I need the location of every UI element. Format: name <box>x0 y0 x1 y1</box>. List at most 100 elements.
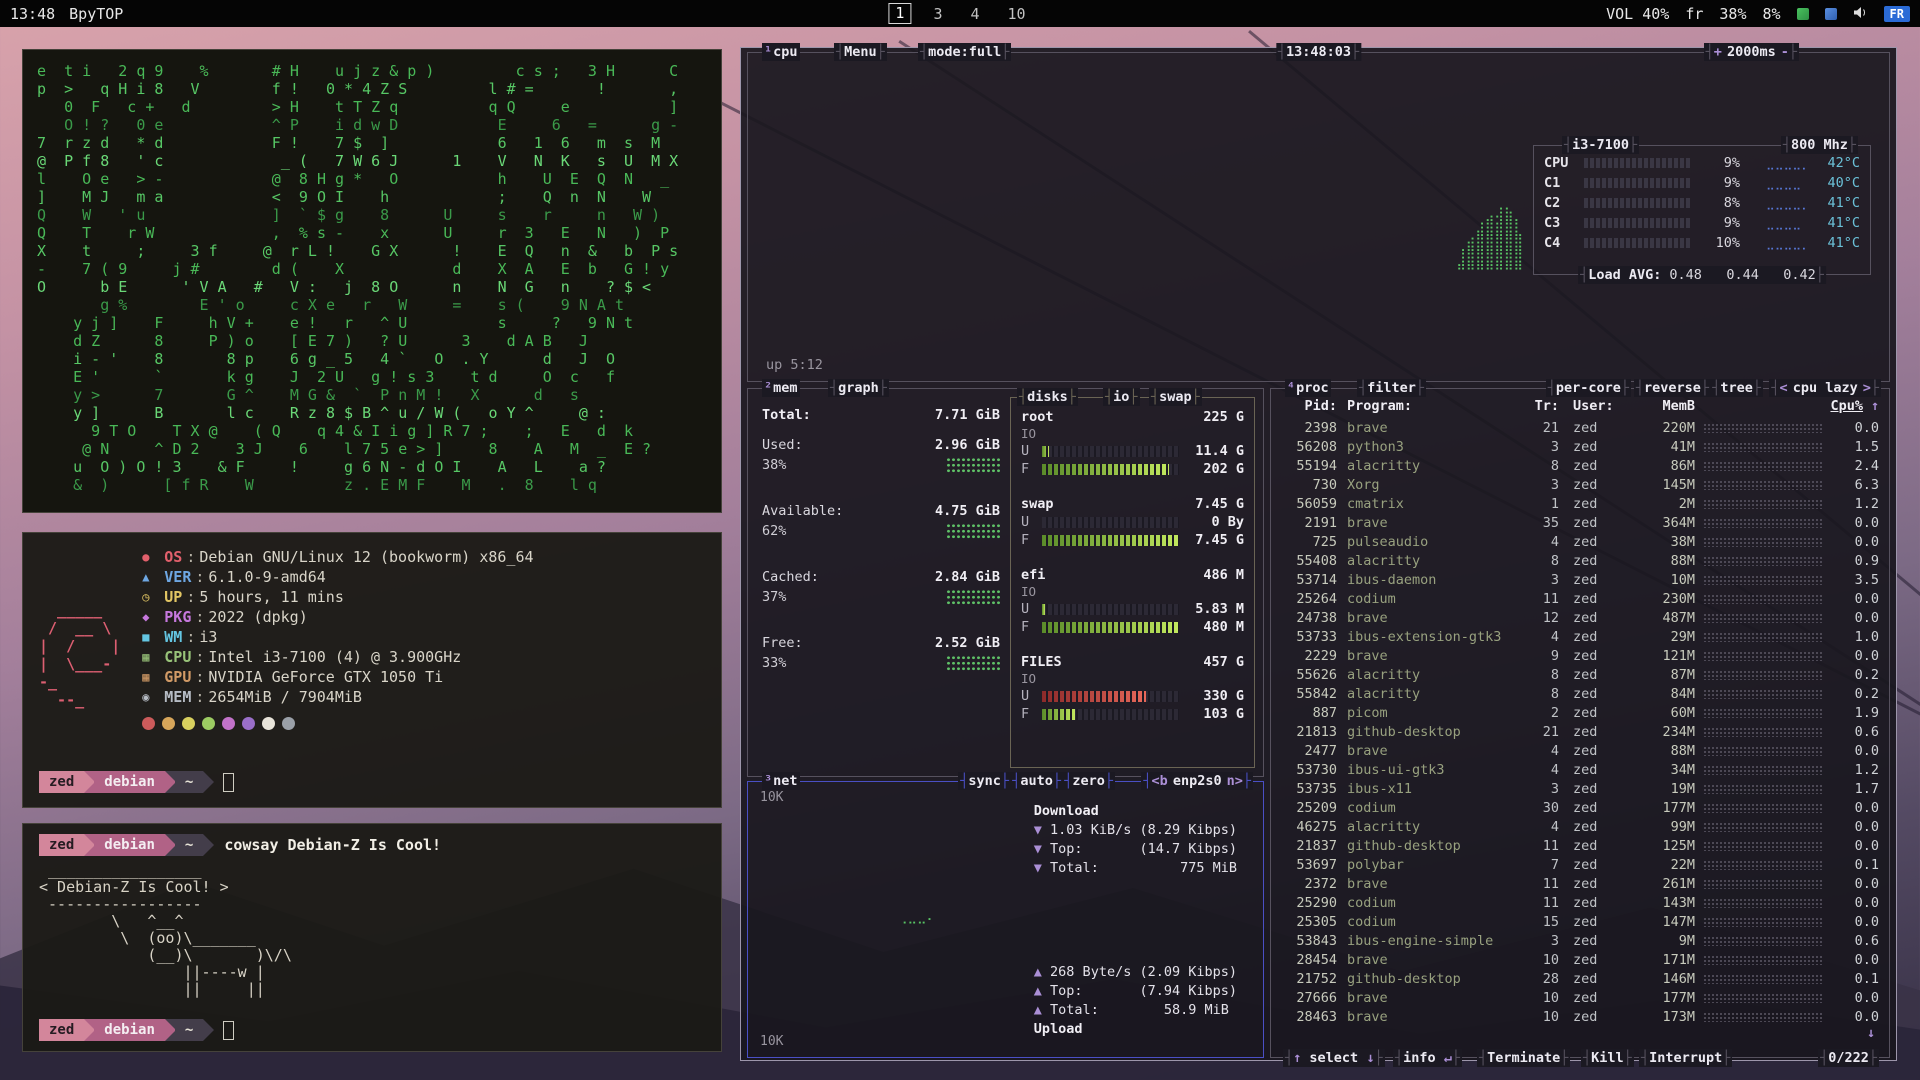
proc-reverse-toggle[interactable]: reverse <box>1634 379 1711 397</box>
volume-indicator[interactable]: VOL 40% <box>1606 5 1669 23</box>
header-program[interactable]: Program: <box>1337 397 1525 416</box>
process-row[interactable]: 24738 brave 12 zed 487M 0.0 <box>1281 609 1879 628</box>
disk-used-meter <box>1042 517 1179 528</box>
process-row[interactable]: 25290 codium 11 zed 143M 0.0 <box>1281 894 1879 913</box>
process-row[interactable]: 53714 ibus-daemon 3 zed 10M 3.5 <box>1281 571 1879 590</box>
powerline-arrow <box>203 1019 214 1041</box>
scroll-down-arrow[interactable]: ↓ <box>1867 1025 1875 1041</box>
swap-tab[interactable]: swap <box>1149 388 1202 406</box>
net-sync-toggle[interactable]: sync <box>958 772 1011 790</box>
fetch-terminal-window[interactable]: _____ / __ \| / || \___--_ --_ ●OS:Debia… <box>22 532 722 808</box>
process-row[interactable]: 55408 alacritty 8 zed 88M 0.9 <box>1281 552 1879 571</box>
process-row[interactable]: 21837 github-desktop 11 zed 125M 0.0 <box>1281 837 1879 856</box>
process-row[interactable]: 25305 codium 15 zed 147M 0.0 <box>1281 913 1879 932</box>
disk-used-meter <box>1042 604 1179 615</box>
workspace-button-4[interactable]: 4 <box>964 5 985 23</box>
bpytop-window[interactable]: ¹cpu Menu mode:full 13:48:03 +2000ms- ⠀⠀… <box>740 47 1897 1061</box>
core-row: C2 8% ⣀⣀⣀⣀⡀ 41°C <box>1544 193 1860 213</box>
process-row[interactable]: 2372 brave 11 zed 261M 0.0 <box>1281 875 1879 894</box>
process-cpu-meter <box>1703 784 1823 794</box>
refresh-interval-control[interactable]: +2000ms- <box>1704 43 1799 61</box>
process-row[interactable]: 53730 ibus-ui-gtk3 4 zed 34M 1.2 <box>1281 761 1879 780</box>
process-cpu-meter <box>1703 689 1823 699</box>
process-row[interactable]: 53735 ibus-x11 3 zed 19M 1.7 <box>1281 780 1879 799</box>
matrix-row: 7 r z d * d F ! 7 $ ] 6 1 6 m s M <box>37 134 707 152</box>
process-row[interactable]: 53697 polybar 7 zed 22M 0.1 <box>1281 856 1879 875</box>
cowsay-line: < Debian-Z Is Cool! > <box>39 879 705 896</box>
i3bar: 13:48 BpyTOP 1 3 4 10 VOL 40% fr 38% 8% … <box>0 0 1920 27</box>
process-row[interactable]: 2229 brave 9 zed 121M 0.0 <box>1281 647 1879 666</box>
mem-usage-indicator: 8% <box>1762 5 1780 23</box>
process-row[interactable]: 730 Xorg 3 zed 145M 6.3 <box>1281 476 1879 495</box>
select-control[interactable]: ↑ select ↓ <box>1283 1049 1385 1067</box>
process-row[interactable]: 46275 alacritty 4 zed 99M 0.0 <box>1281 818 1879 837</box>
matrix-row: d Z 8 P ) o [ E 7 ) ? U 3 d A B J <box>37 332 707 350</box>
header-user[interactable]: User: <box>1559 397 1639 416</box>
process-row[interactable]: 21813 github-desktop 21 zed 234M 0.6 <box>1281 723 1879 742</box>
proc-sort-selector[interactable]: <cpu lazy> <box>1769 379 1881 397</box>
header-memory[interactable]: MemB <box>1639 397 1695 416</box>
process-row[interactable]: 55842 alacritty 8 zed 84M 0.2 <box>1281 685 1879 704</box>
process-row[interactable]: 887 picom 2 zed 60M 1.9 <box>1281 704 1879 723</box>
process-row[interactable]: 28454 brave 10 zed 171M 0.0 <box>1281 951 1879 970</box>
kill-button[interactable]: Kill <box>1581 1049 1634 1067</box>
menu-button[interactable]: Menu <box>834 43 887 61</box>
workspace-button-10[interactable]: 10 <box>1002 5 1032 23</box>
cowsay-terminal-window[interactable]: zed debian ~ cowsay Debian-Z Is Cool! __… <box>22 823 722 1052</box>
process-row[interactable]: 55626 alacritty 8 zed 87M 0.2 <box>1281 666 1879 685</box>
process-row[interactable]: 53843 ibus-engine-simple 3 zed 9M 0.6 <box>1281 932 1879 951</box>
matrix-row: 0 F c + d > H t T Z q q Q e ] <box>37 98 707 116</box>
interval-increase-button[interactable]: + <box>1714 43 1722 61</box>
workspace-button-1[interactable]: 1 <box>888 3 911 24</box>
process-row[interactable]: 2398 brave 21 zed 220M 0.0 <box>1281 419 1879 438</box>
speaker-icon[interactable] <box>1853 5 1868 23</box>
prompt-user: zed <box>39 834 84 856</box>
process-row[interactable]: 21752 github-desktop 28 zed 146M 0.1 <box>1281 970 1879 989</box>
mem-graph-toggle[interactable]: graph <box>828 379 889 397</box>
header-cpu[interactable]: Cpu% <box>1815 397 1863 416</box>
proc-filter-button[interactable]: filter <box>1357 379 1426 397</box>
process-cpu-meter <box>1703 841 1823 851</box>
sort-direction-arrow[interactable]: ↑ <box>1863 397 1879 416</box>
matrix-row: l O e > - @ 8 H g * O h U E Q N _ <box>37 170 707 188</box>
interrupt-button[interactable]: Interrupt <box>1639 1049 1732 1067</box>
tray-icon-app[interactable] <box>1825 8 1837 20</box>
cmatrix-terminal-window[interactable]: e t i 2 q 9 % # H u j z & p ) c s ; 3 H … <box>22 49 722 513</box>
process-row[interactable]: 55194 alacritty 8 zed 86M 2.4 <box>1281 457 1879 476</box>
workspace-button-3[interactable]: 3 <box>927 5 948 23</box>
disks-tab[interactable]: disks <box>1017 388 1078 406</box>
process-row[interactable]: 2191 brave 35 zed 364M 0.0 <box>1281 514 1879 533</box>
memory-stats: Total: 7.71 GiB Used:2.96 GiB 38% Availa… <box>762 407 1000 701</box>
mode-toggle[interactable]: mode:full <box>918 43 1011 61</box>
net-auto-toggle[interactable]: auto <box>1010 772 1063 790</box>
process-row[interactable]: 27666 brave 10 zed 177M 0.0 <box>1281 989 1879 1008</box>
process-row[interactable]: 53733 ibus-extension-gtk3 4 zed 29M 1.0 <box>1281 628 1879 647</box>
process-row[interactable]: 28463 brave 10 zed 173M 0.0 <box>1281 1008 1879 1027</box>
shell-prompt[interactable]: zed debian ~ cowsay Debian-Z Is Cool! <box>39 834 705 856</box>
process-row[interactable]: 56059 cmatrix 1 zed 2M 1.2 <box>1281 495 1879 514</box>
proc-tree-toggle[interactable]: tree <box>1710 379 1763 397</box>
net-interface-switch[interactable]: <benp2s0n> <box>1141 772 1253 790</box>
keyboard-layout-badge[interactable]: FR <box>1884 6 1910 22</box>
process-row[interactable]: 725 pulseaudio 4 zed 38M 0.0 <box>1281 533 1879 552</box>
process-row[interactable]: 56208 python3 3 zed 41M 1.5 <box>1281 438 1879 457</box>
io-tab[interactable]: io <box>1103 388 1140 406</box>
process-row[interactable]: 25209 codium 30 zed 177M 0.0 <box>1281 799 1879 818</box>
palette-dot <box>282 717 295 730</box>
info-line-ver: ▲VER:6.1.0-9-amd64 <box>142 567 533 587</box>
matrix-row: Q W ' u ] ` $ g 8 U s r n W ) <box>37 206 707 224</box>
info-button[interactable]: info ↵ <box>1393 1049 1462 1067</box>
proc-percore-toggle[interactable]: per-core <box>1546 379 1631 397</box>
shell-prompt[interactable]: zed debian ~ <box>39 1019 705 1041</box>
terminate-button[interactable]: Terminate <box>1477 1049 1570 1067</box>
header-pid[interactable]: Pid: <box>1281 397 1337 416</box>
matrix-rain: e t i 2 q 9 % # H u j z & p ) c s ; 3 H … <box>37 62 707 494</box>
interval-decrease-button[interactable]: - <box>1781 43 1789 61</box>
tray-icon-chart[interactable] <box>1797 8 1809 20</box>
process-row[interactable]: 2477 brave 4 zed 88M 0.0 <box>1281 742 1879 761</box>
process-row[interactable]: 25264 codium 11 zed 230M 0.0 <box>1281 590 1879 609</box>
header-threads[interactable]: Tr: <box>1525 397 1559 416</box>
disk-group-root: root225 G IO U11.4 G F202 G <box>1021 408 1244 478</box>
matrix-row: @ P f 8 ' c _ ( 7 W 6 J 1 V N K s U M X <box>37 152 707 170</box>
shell-prompt[interactable]: zed debian ~ <box>39 771 705 793</box>
